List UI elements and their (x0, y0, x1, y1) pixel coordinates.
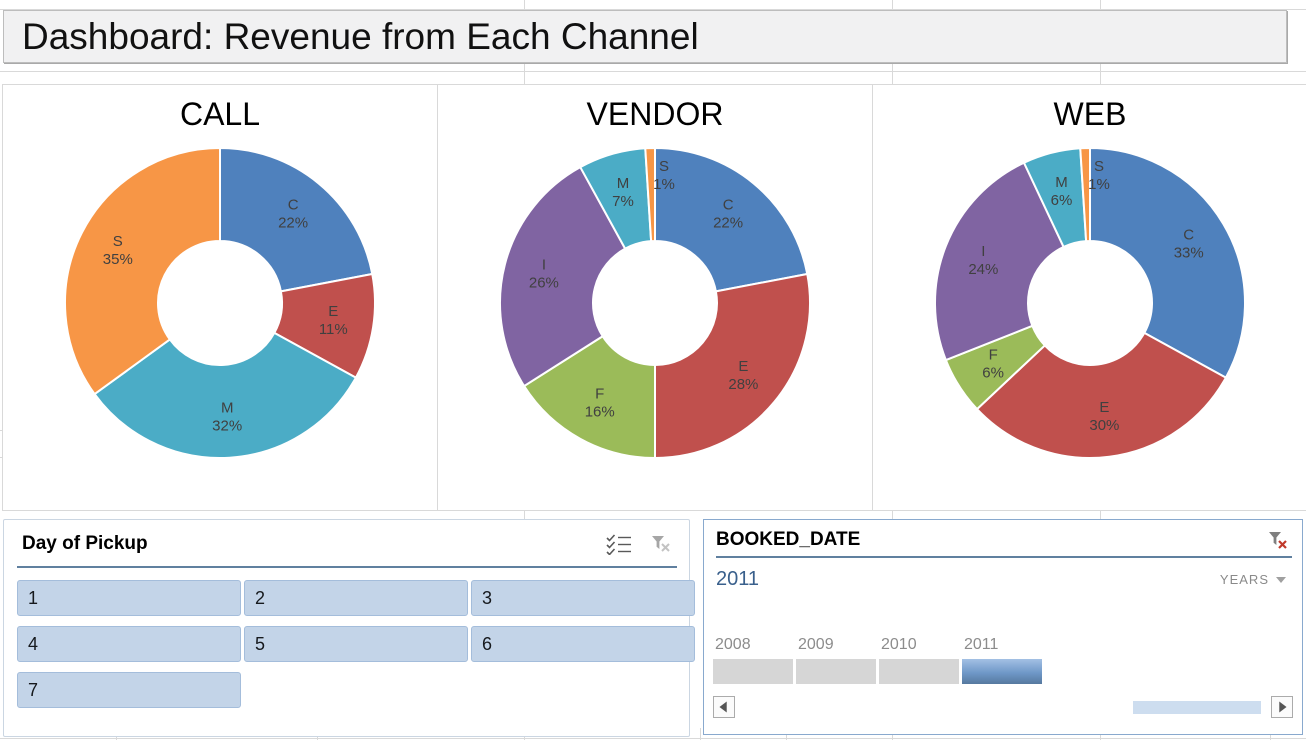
data-label-category: C (288, 197, 299, 214)
scroll-left-icon[interactable] (713, 696, 735, 718)
data-label-category: F (989, 346, 998, 363)
slicer-button-5[interactable]: 5 (244, 626, 468, 662)
donut-segment-C[interactable] (1090, 148, 1245, 378)
data-label-percent: 28% (728, 376, 758, 393)
data-label-percent: 30% (1089, 417, 1119, 434)
donut-segment-S[interactable] (65, 148, 220, 394)
data-label-percent: 26% (529, 274, 559, 291)
slicer-button-3[interactable]: 3 (471, 580, 695, 616)
slicer-button-7[interactable]: 7 (17, 672, 241, 708)
data-label-percent: 6% (982, 364, 1004, 381)
worksheet: Dashboard: Revenue from Each Channel CAL… (0, 0, 1306, 740)
dashboard-title-bar: Dashboard: Revenue from Each Channel (3, 10, 1287, 63)
clear-filter-icon[interactable] (647, 532, 675, 556)
chart-title-web: WEB (1054, 95, 1127, 133)
charts-row: CALL C22%E11%M32%S35% VENDOR C22%E28%F16… (2, 84, 1295, 511)
timeline-scrollbar[interactable] (713, 696, 1293, 720)
slicer-button-1[interactable]: 1 (17, 580, 241, 616)
data-label-category: S (1094, 158, 1104, 175)
data-label-category: M (1055, 174, 1068, 191)
data-label-percent: 7% (612, 193, 634, 210)
scrollbar-thumb[interactable] (1133, 701, 1261, 714)
data-label-category: C (1183, 227, 1194, 244)
donut-segment-E[interactable] (655, 274, 810, 458)
slicer-day-of-pickup: Day of Pickup 1 2 (3, 519, 690, 737)
timeline-years-track: 2008 2009 2010 2011 (713, 636, 1042, 684)
donut-chart-web[interactable]: C33%E30%F6%I24%M6%S1% (873, 137, 1306, 469)
timeline-bar-2008[interactable] (713, 659, 793, 684)
gridline (0, 738, 1306, 739)
timeline-bar-2010[interactable] (879, 659, 959, 684)
data-label-category: E (1099, 399, 1109, 416)
time-level-dropdown[interactable]: YEARS (1220, 572, 1286, 587)
data-label-category: M (221, 399, 234, 416)
data-label-percent: 1% (653, 176, 675, 193)
slicer-button-6[interactable]: 6 (471, 626, 695, 662)
slicer-buttons: 1 2 3 4 5 6 7 (4, 568, 689, 708)
slicer-button-2[interactable]: 2 (244, 580, 468, 616)
timeline-selection-row: 2011 YEARS (704, 558, 1302, 591)
timeline-year-2011[interactable]: 2011 (962, 636, 1042, 684)
data-label-percent: 16% (585, 404, 615, 421)
timeline-header: BOOKED_DATE (704, 520, 1302, 554)
data-label-category: F (595, 386, 604, 403)
time-level-label: YEARS (1220, 572, 1269, 587)
donut-chart-call[interactable]: C22% E11% M32% S35% (3, 137, 437, 469)
data-label-percent: 35% (103, 251, 133, 268)
data-label-category: E (738, 358, 748, 375)
clear-filter-icon[interactable] (1264, 528, 1292, 552)
timeline-booked-date: BOOKED_DATE 2011 YEARS 2008 (703, 519, 1303, 735)
data-label-category: I (981, 243, 985, 260)
multi-select-icon[interactable] (605, 532, 633, 556)
data-label-percent: 32% (212, 417, 242, 434)
timeline-title: BOOKED_DATE (716, 529, 1250, 551)
chart-title-vendor: VENDOR (587, 95, 724, 133)
page-title: Dashboard: Revenue from Each Channel (22, 16, 699, 58)
data-label-category: C (723, 197, 734, 214)
data-label-percent: 1% (1088, 176, 1110, 193)
data-label-percent: 22% (713, 215, 743, 232)
timeline-year-2009[interactable]: 2009 (796, 636, 876, 684)
timeline-selected-range: 2011 (716, 568, 1220, 591)
data-label-category: S (659, 158, 669, 175)
chevron-down-icon (1276, 577, 1286, 583)
slicer-header: Day of Pickup (4, 520, 689, 562)
timeline-year-2010[interactable]: 2010 (879, 636, 959, 684)
donut-chart-vendor[interactable]: C22% E28% F16% I26% M7% S1% (438, 137, 872, 469)
data-label-percent: 11% (319, 321, 348, 338)
data-label-category: E (328, 303, 338, 320)
data-label-percent: 6% (1051, 192, 1073, 209)
timeline-bar-2009[interactable] (796, 659, 876, 684)
timeline-year-2008[interactable]: 2008 (713, 636, 793, 684)
data-label-category: I (542, 256, 546, 273)
chart-panel-vendor: VENDOR C22% E28% F16% I26% M7% S1% (438, 84, 873, 511)
chart-panel-call: CALL C22% E11% M32% S35% (2, 84, 438, 511)
data-label-percent: 22% (278, 215, 308, 232)
data-label-category: S (113, 233, 123, 250)
gridline (0, 71, 1306, 72)
timeline-bar-2011-selected[interactable] (962, 659, 1042, 684)
data-label-category: M (617, 175, 630, 192)
data-label-percent: 33% (1174, 245, 1204, 262)
data-label-percent: 24% (968, 261, 998, 278)
slicer-title: Day of Pickup (22, 533, 591, 555)
slicer-button-4[interactable]: 4 (17, 626, 241, 662)
scroll-right-icon[interactable] (1271, 696, 1293, 718)
chart-panel-web: WEB C33%E30%F6%I24%M6%S1% (873, 84, 1306, 511)
chart-title-call: CALL (180, 95, 260, 133)
